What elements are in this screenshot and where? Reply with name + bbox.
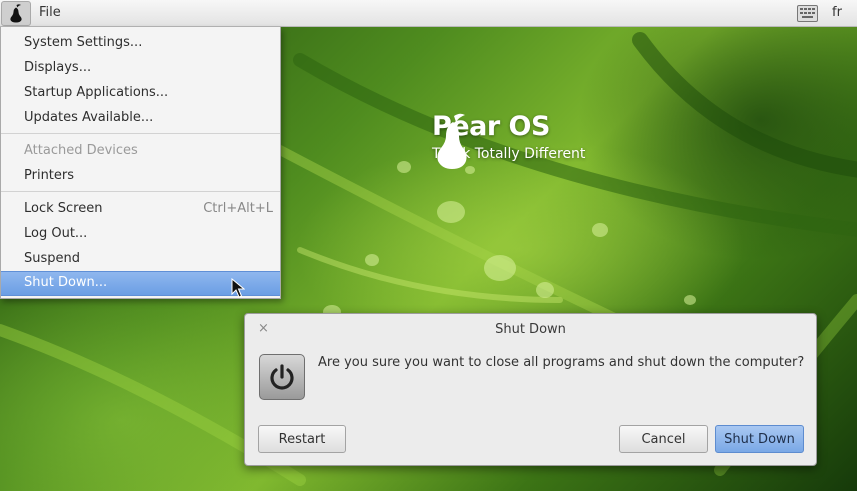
menu-item-suspend[interactable]: Suspend — [1, 247, 280, 272]
mouse-pointer-icon — [231, 278, 245, 298]
menu-item-startup-applications[interactable]: Startup Applications... — [1, 81, 280, 106]
menu-item-system-settings[interactable]: System Settings... — [1, 31, 280, 56]
menu-separator — [1, 191, 280, 192]
pear-menu-button[interactable] — [1, 1, 31, 26]
power-icon — [259, 354, 305, 400]
shutdown-dialog: × Shut Down Are you sure you want to clo… — [244, 313, 817, 466]
menu-item-label: Attached Devices — [24, 143, 138, 158]
menu-item-label: Suspend — [24, 251, 81, 266]
menu-item-label: Log Out... — [24, 226, 88, 241]
shut-down-button[interactable]: Shut Down — [715, 425, 804, 453]
menu-item-label: Updates Available... — [24, 110, 154, 125]
power-symbol-glyph — [270, 364, 294, 390]
pear-os-branding: Pear OS Think Totally Different — [432, 112, 585, 169]
top-panel: File fr — [0, 0, 857, 27]
language-indicator[interactable]: fr — [832, 5, 842, 20]
menu-item-label: System Settings... — [24, 35, 143, 50]
system-menu: System Settings... Displays... Startup A… — [0, 27, 281, 299]
keyboard-icon[interactable] — [797, 5, 818, 22]
menu-item-printers[interactable]: Printers — [1, 164, 280, 189]
cancel-button[interactable]: Cancel — [619, 425, 708, 453]
menu-item-label: Shut Down... — [24, 275, 108, 290]
menu-item-displays[interactable]: Displays... — [1, 56, 280, 81]
menu-item-log-out[interactable]: Log Out... — [1, 222, 280, 247]
menu-item-label: Lock Screen — [24, 201, 103, 216]
menu-item-attached-devices: Attached Devices — [1, 139, 280, 164]
pear-logo-icon — [437, 113, 467, 169]
dialog-message: Are you sure you want to close all progr… — [318, 355, 805, 370]
menu-item-label: Startup Applications... — [24, 85, 169, 100]
file-menu[interactable]: File — [39, 5, 61, 20]
menu-item-accelerator: Ctrl+Alt+L — [203, 201, 273, 216]
menu-item-label: Displays... — [24, 60, 92, 75]
menu-item-lock-screen[interactable]: Lock Screen Ctrl+Alt+L — [1, 197, 280, 222]
menu-separator — [1, 133, 280, 134]
dialog-title: Shut Down — [495, 322, 566, 337]
keyboard-keys-glyph — [800, 8, 815, 18]
pear-logo-icon — [10, 4, 22, 23]
menu-item-updates-available[interactable]: Updates Available... — [1, 106, 280, 131]
restart-button[interactable]: Restart — [258, 425, 346, 453]
menu-item-label: Printers — [24, 168, 75, 183]
